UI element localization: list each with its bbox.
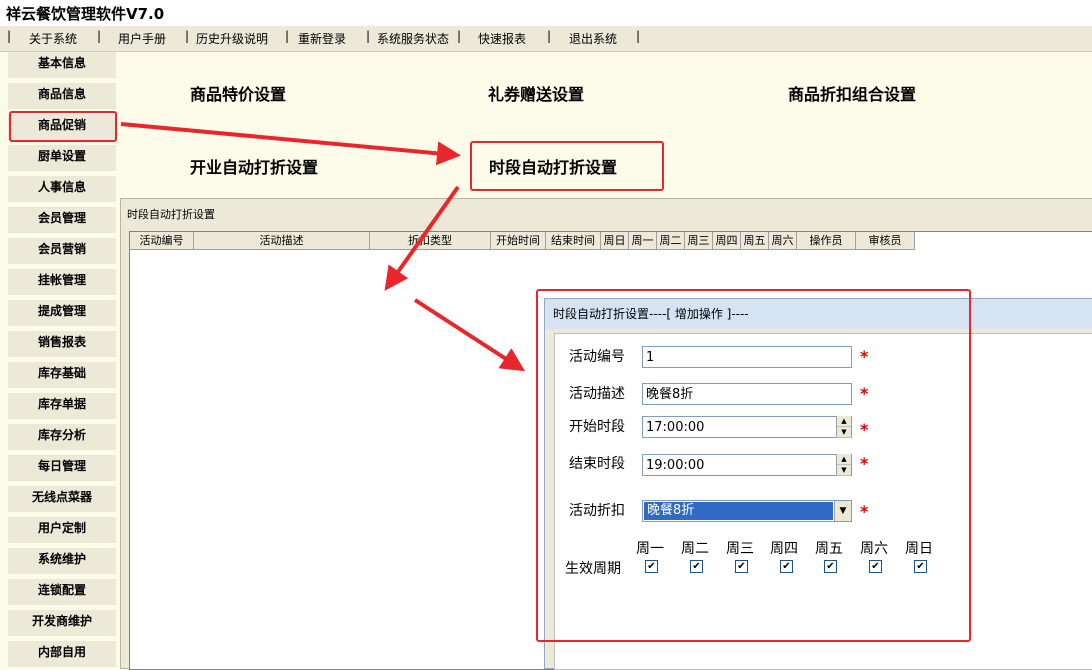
annotation-arrows <box>120 122 526 372</box>
arrow-to-dialog <box>413 298 526 372</box>
arrow-to-period-discount <box>120 122 461 166</box>
arrow-to-list <box>384 185 460 291</box>
